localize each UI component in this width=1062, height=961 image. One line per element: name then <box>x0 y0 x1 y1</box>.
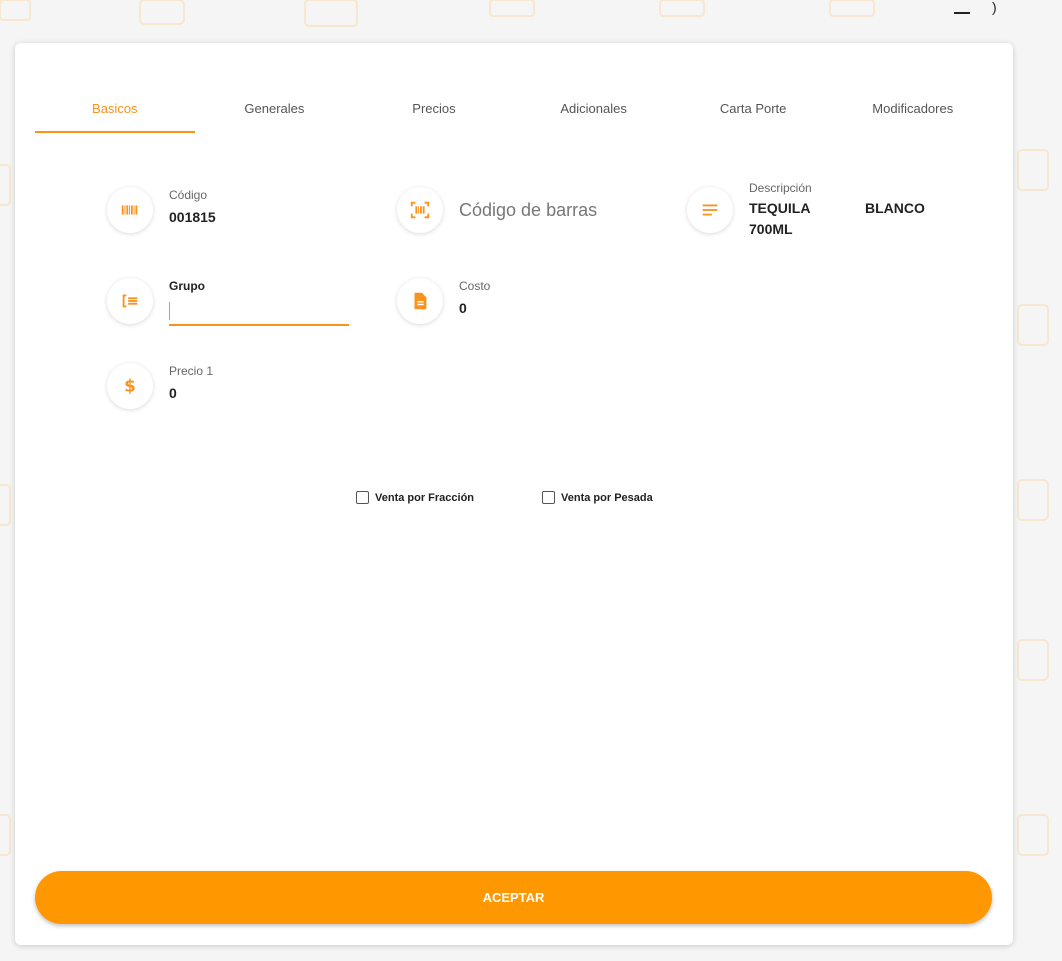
precio1-field[interactable]: $ Precio 1 0 <box>107 363 213 409</box>
accept-button[interactable]: ACEPTAR <box>35 871 992 924</box>
close-icon[interactable]: ) <box>992 0 1014 14</box>
grupo-field[interactable]: Grupo <box>107 278 349 326</box>
codigo-barras-placeholder: Código de barras <box>459 200 598 220</box>
window-controls: ) <box>954 0 1014 14</box>
precio1-value: 0 <box>169 385 177 401</box>
checkbox-box[interactable] <box>542 491 556 504</box>
codigo-field[interactable]: Código 001815 <box>107 187 216 233</box>
product-dialog: Basicos Generales Precios Adicionales Ca… <box>15 43 1013 945</box>
text-caret <box>169 302 170 320</box>
barcode-icon <box>107 187 153 233</box>
precio1-label: Precio 1 <box>169 364 214 378</box>
venta-fraccion-checkbox[interactable]: Venta por Fracción <box>356 491 474 504</box>
grupo-label: Grupo <box>169 279 205 293</box>
checkbox-box[interactable] <box>356 491 369 504</box>
grupo-input[interactable] <box>169 298 349 326</box>
tab-bar: Basicos Generales Precios Adicionales Ca… <box>35 95 993 133</box>
tab-generales[interactable]: Generales <box>195 95 355 133</box>
costo-field[interactable]: Costo 0 <box>397 278 490 324</box>
descripcion-value-a: TEQUILA 700ML <box>749 200 810 237</box>
sale-options: Venta por Fracción Venta por Pesada <box>356 491 653 504</box>
svg-text:$: $ <box>124 377 135 396</box>
descripcion-label: Descripción <box>749 181 812 195</box>
venta-pesada-label: Venta por Pesada <box>561 491 653 504</box>
venta-pesada-checkbox[interactable]: Venta por Pesada <box>542 491 653 504</box>
list-group-icon <box>107 278 153 324</box>
costo-value: 0 <box>459 300 467 316</box>
barcode-scan-icon <box>397 187 443 233</box>
description-lines-icon <box>687 187 733 233</box>
dollar-icon: $ <box>107 363 153 409</box>
codigo-label: Código <box>169 188 208 202</box>
venta-fraccion-label: Venta por Fracción <box>375 491 475 504</box>
tab-adicionales[interactable]: Adicionales <box>514 95 674 133</box>
document-icon <box>397 278 443 324</box>
tab-precios[interactable]: Precios <box>354 95 514 133</box>
descripcion-field[interactable]: Descripción TEQUILA 700ML BLANCO <box>687 180 925 240</box>
tab-modificadores[interactable]: Modificadores <box>833 95 993 133</box>
costo-label: Costo <box>459 279 491 293</box>
tab-basicos[interactable]: Basicos <box>35 95 195 133</box>
tab-carta-porte[interactable]: Carta Porte <box>673 95 833 133</box>
minimize-icon[interactable] <box>954 0 970 14</box>
codigo-barras-field[interactable]: Código de barras <box>397 187 597 233</box>
codigo-value: 001815 <box>169 209 216 225</box>
descripcion-value-b: BLANCO <box>865 200 925 216</box>
